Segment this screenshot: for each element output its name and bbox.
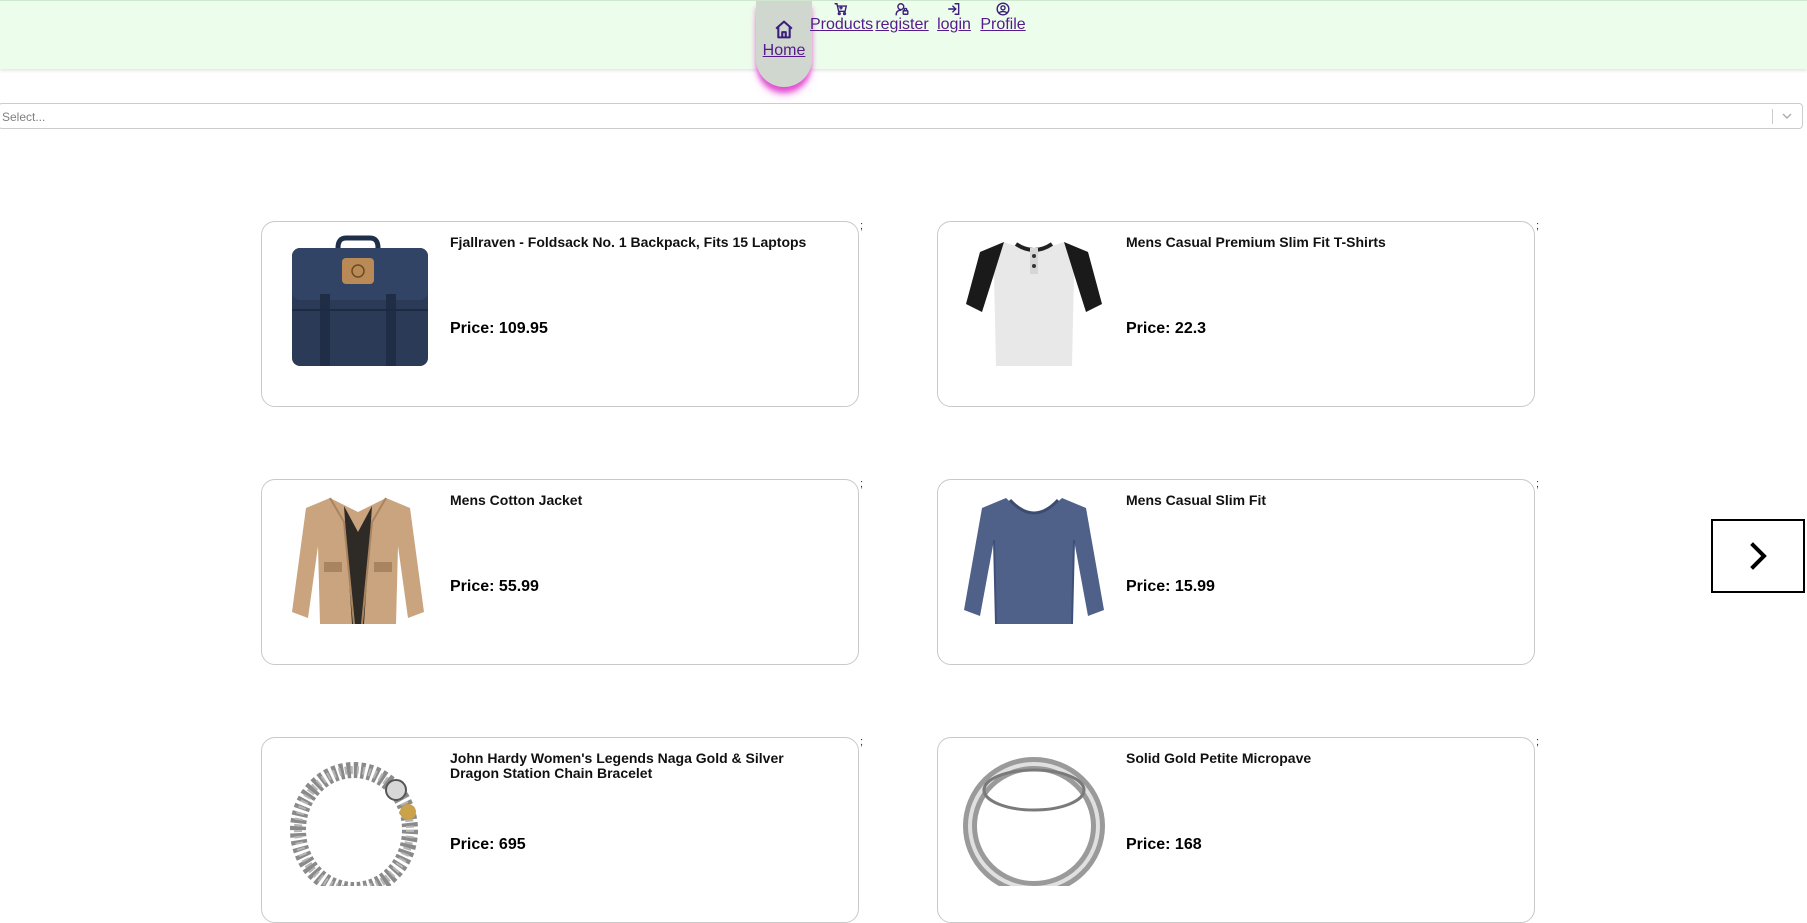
product-title: Mens Cotton Jacket xyxy=(450,492,583,508)
product-image-jacket xyxy=(292,497,424,625)
login-icon xyxy=(948,3,960,15)
nav-profile-link[interactable]: Profile xyxy=(978,1,1028,34)
card-semicolon: ; xyxy=(1535,736,1539,748)
card-semicolon: ; xyxy=(859,478,863,490)
nav-register-link[interactable]: register xyxy=(874,1,930,34)
chevron-down-icon[interactable] xyxy=(1781,111,1793,121)
nav-products-link[interactable]: Products xyxy=(810,1,874,34)
category-select[interactable]: Select... xyxy=(0,103,1803,129)
user-lock-icon xyxy=(895,3,909,16)
product-price: Price: 168 xyxy=(1126,836,1202,853)
nav-login-label: login xyxy=(937,16,971,33)
card-semicolon: ; xyxy=(1535,220,1539,232)
nav-home-label: Home xyxy=(762,42,806,59)
product-card[interactable]: Mens Casual Premium Slim Fit T-Shirts Pr… xyxy=(937,220,1539,407)
nav-products-label: Products xyxy=(810,16,874,33)
product-card[interactable]: Fjallraven - Foldsack No. 1 Backpack, Fi… xyxy=(261,220,863,407)
select-divider xyxy=(1772,109,1773,124)
select-placeholder: Select... xyxy=(2,110,46,124)
product-image-longsleeve xyxy=(964,498,1104,625)
product-price: Price: 109.95 xyxy=(450,320,548,337)
product-price: Price: 15.99 xyxy=(1126,578,1215,595)
product-image-backpack xyxy=(292,235,428,366)
product-title: Fjallraven - Foldsack No. 1 Backpack, Fi… xyxy=(450,234,807,250)
product-card[interactable]: Solid Gold Petite Micropave Price: 168 ; xyxy=(937,736,1539,923)
product-image-tshirt xyxy=(966,242,1102,366)
top-navbar: Home Products register login Profile xyxy=(0,0,1807,87)
nav-register-label: register xyxy=(875,16,929,33)
product-image-ring xyxy=(963,757,1105,886)
product-card[interactable]: Mens Casual Slim Fit Price: 15.99 ; xyxy=(937,478,1539,665)
chevron-right-icon xyxy=(1750,542,1767,570)
card-semicolon: ; xyxy=(1535,478,1539,490)
home-icon xyxy=(775,20,793,39)
product-image-bracelet xyxy=(290,762,418,886)
product-price: Price: 695 xyxy=(450,836,526,853)
card-semicolon: ; xyxy=(859,736,863,748)
nav-home-link[interactable]: Home xyxy=(756,1,812,87)
product-title: Solid Gold Petite Micropave xyxy=(1126,750,1312,766)
cart-icon xyxy=(834,3,848,16)
product-price: Price: 55.99 xyxy=(450,578,539,595)
product-title: Mens Casual Slim Fit xyxy=(1126,492,1267,508)
product-title: John Hardy Women's Legends Naga Gold & S… xyxy=(450,750,784,781)
card-semicolon: ; xyxy=(859,220,863,232)
product-title: Mens Casual Premium Slim Fit T-Shirts xyxy=(1126,234,1386,250)
carousel-next-button[interactable] xyxy=(1711,519,1805,593)
user-circle-icon xyxy=(996,2,1010,16)
nav-login-link[interactable]: login xyxy=(934,1,974,34)
nav-profile-label: Profile xyxy=(980,16,1026,33)
product-price: Price: 22.3 xyxy=(1126,320,1207,337)
product-card[interactable]: John Hardy Women's Legends Naga Gold & S… xyxy=(261,736,863,923)
product-card[interactable]: Mens Cotton Jacket Price: 55.99 ; xyxy=(261,478,863,665)
